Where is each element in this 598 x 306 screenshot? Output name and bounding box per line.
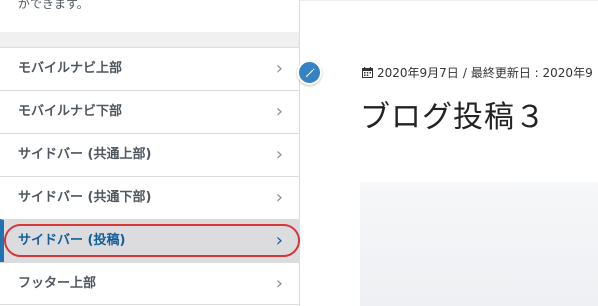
meta-separator: /: [462, 65, 467, 80]
post-featured-image: [360, 182, 598, 306]
widget-area-label: モバイルナビ上部: [18, 61, 123, 76]
panel-separator: [0, 32, 299, 47]
site-preview: 2020年9月7日 / 最終更新日 : 2020年9 ブログ投稿３: [300, 0, 598, 306]
chevron-right-icon: ›: [275, 273, 283, 294]
widget-area-sidebar-common-bottom[interactable]: サイドバー (共通下部) ›: [0, 176, 299, 219]
chevron-right-icon: ›: [275, 101, 283, 122]
calendar-icon: [362, 67, 373, 78]
panel-description-text: ができます。: [18, 0, 89, 11]
panel-description: ができます。: [0, 0, 299, 32]
edit-shortcut-button[interactable]: [297, 60, 322, 85]
widget-area-label: モバイルナビ下部: [18, 104, 123, 119]
chevron-right-icon: ›: [275, 58, 283, 79]
widget-area-label: サイドバー (共通上部): [18, 147, 152, 162]
pencil-icon: [305, 68, 314, 77]
widget-area-footer-top[interactable]: フッター上部 ›: [0, 262, 299, 305]
widget-area-mobile-nav-bottom[interactable]: モバイルナビ下部 ›: [0, 90, 299, 133]
widget-area-label: サイドバー (共通下部): [18, 190, 152, 205]
chevron-right-icon: ›: [275, 187, 283, 208]
post-date: 2020年9月7日: [377, 66, 459, 80]
widget-area-sidebar-common-top[interactable]: サイドバー (共通上部) ›: [0, 133, 299, 176]
widget-area-sidebar-post[interactable]: サイドバー (投稿) ›: [0, 219, 299, 262]
chevron-right-icon: ›: [275, 230, 283, 251]
widget-area-label: サイドバー (投稿): [18, 233, 126, 248]
post-meta: 2020年9月7日 / 最終更新日 : 2020年9: [362, 64, 593, 81]
customizer-widgets-panel: ができます。 モバイルナビ上部 › モバイルナビ下部 › サイドバー (共通上部…: [0, 0, 300, 306]
widget-area-label: フッター上部: [18, 276, 97, 291]
preview-top-border: [300, 0, 598, 1]
post-updated: 最終更新日 : 2020年9: [470, 66, 593, 80]
widget-area-mobile-nav-top[interactable]: モバイルナビ上部 ›: [0, 47, 299, 90]
chevron-right-icon: ›: [275, 144, 283, 165]
post-title: ブログ投稿３: [360, 100, 546, 135]
